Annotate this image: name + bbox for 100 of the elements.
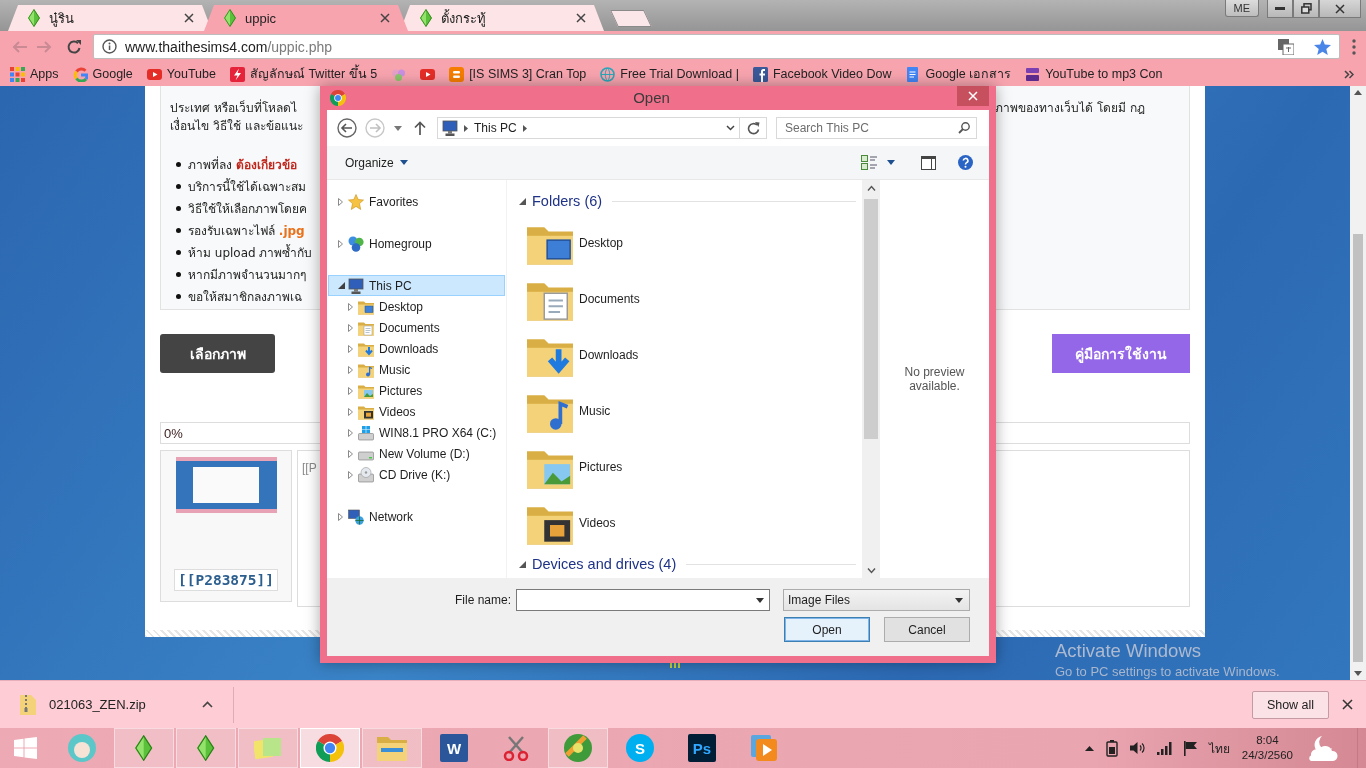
- folder-item[interactable]: Pictures: [519, 439, 856, 495]
- collapsed-arrow-icon[interactable]: [348, 365, 353, 374]
- collapsed-arrow-icon[interactable]: [348, 470, 353, 479]
- dialog-button[interactable]: Cancel: [884, 617, 970, 642]
- collapsed-arrow-icon[interactable]: [348, 344, 353, 353]
- help-icon[interactable]: [958, 155, 973, 170]
- scroll-down-icon[interactable]: [1354, 671, 1362, 676]
- collapsed-arrow-icon[interactable]: [338, 512, 343, 521]
- folder-item[interactable]: Documents: [519, 271, 856, 327]
- folder-item[interactable]: Downloads: [519, 327, 856, 383]
- tree-item[interactable]: New Volume (D:): [328, 443, 505, 464]
- chevron-up-icon[interactable]: [1084, 745, 1094, 751]
- collapsed-arrow-icon[interactable]: [348, 449, 353, 458]
- tree-item[interactable]: CD Drive (K:): [328, 464, 505, 485]
- tree-item[interactable]: Downloads: [328, 338, 505, 359]
- folder-item[interactable]: Desktop: [519, 215, 856, 271]
- scrollbar[interactable]: [862, 180, 880, 578]
- download-filename[interactable]: 021063_ZEN.zip: [49, 697, 146, 712]
- expanded-arrow-icon[interactable]: [519, 197, 526, 205]
- caret-down-icon[interactable]: [887, 160, 895, 165]
- translate-icon[interactable]: [1278, 38, 1294, 55]
- up-arrow-icon[interactable]: [414, 121, 426, 135]
- close-icon[interactable]: [1342, 699, 1353, 710]
- file-type-select[interactable]: Image Files: [783, 589, 970, 611]
- organize-button[interactable]: Organize: [345, 155, 408, 170]
- reload-icon[interactable]: [66, 38, 82, 55]
- folder-item[interactable]: Videos: [519, 495, 856, 551]
- taskbar-button[interactable]: [114, 728, 174, 768]
- star-icon[interactable]: [1314, 38, 1331, 55]
- address-bar[interactable]: www.thaithesims4.com/uppic.php: [93, 34, 1340, 59]
- breadcrumb-item[interactable]: This PC: [474, 121, 517, 135]
- tree-item[interactable]: Favorites: [328, 191, 505, 212]
- scroll-down-icon[interactable]: [866, 568, 876, 574]
- manual-button[interactable]: คู่มือการใช้งาน: [1052, 334, 1190, 373]
- restore-icon[interactable]: [1300, 3, 1312, 14]
- restore-button[interactable]: [1293, 0, 1319, 18]
- view-options-icon[interactable]: [861, 155, 877, 170]
- expanded-arrow-icon[interactable]: [519, 560, 526, 568]
- bookmark[interactable]: Google: [72, 66, 133, 82]
- clock-time[interactable]: 8:04: [1256, 733, 1279, 748]
- tree-item[interactable]: Network: [328, 506, 505, 527]
- scrollbar-thumb[interactable]: [1353, 234, 1363, 662]
- expanded-arrow-icon[interactable]: [338, 282, 345, 289]
- close-tab-icon[interactable]: [380, 13, 390, 23]
- language-indicator[interactable]: ไทย: [1208, 738, 1230, 758]
- menu-icon[interactable]: [1352, 38, 1356, 55]
- tree-item[interactable]: Music: [328, 359, 505, 380]
- tree-item[interactable]: Documents: [328, 317, 505, 338]
- refresh-icon[interactable]: [746, 121, 760, 135]
- browser-tab[interactable]: uppic: [204, 5, 408, 31]
- file-name-field[interactable]: [516, 589, 770, 611]
- group-title[interactable]: Folders (6): [532, 193, 603, 209]
- battery-icon[interactable]: [1105, 739, 1118, 757]
- collapsed-arrow-icon[interactable]: [348, 407, 353, 416]
- group-title[interactable]: Devices and drives (4): [532, 556, 677, 572]
- tree-item[interactable]: Homegroup: [328, 233, 505, 254]
- speaker-icon[interactable]: [1129, 741, 1145, 755]
- youtube-icon[interactable]: [420, 66, 436, 82]
- minimize-button[interactable]: [1267, 0, 1293, 18]
- chevron-up-icon[interactable]: [201, 701, 213, 708]
- close-button[interactable]: [957, 86, 989, 106]
- dropdown-chevron-icon[interactable]: [725, 125, 735, 131]
- taskbar-button[interactable]: [176, 728, 236, 768]
- choose-image-button[interactable]: เลือกภาพ: [160, 334, 275, 373]
- tree-item[interactable]: Desktop: [328, 296, 505, 317]
- close-window-button[interactable]: [1319, 0, 1361, 18]
- close-tab-icon[interactable]: [184, 13, 194, 23]
- scrollbar-thumb[interactable]: [864, 199, 878, 439]
- close-icon[interactable]: [1335, 3, 1345, 14]
- back-icon[interactable]: [337, 118, 357, 138]
- clock-date[interactable]: 24/3/2560: [1241, 748, 1293, 763]
- bookmark[interactable]: [IS SIMS 3] Cran Top: [449, 66, 587, 82]
- bookmark[interactable]: Free Trial Download |: [600, 66, 739, 82]
- profile-button[interactable]: ME: [1224, 0, 1259, 17]
- taskbar-button[interactable]: [362, 728, 422, 768]
- collapsed-arrow-icon[interactable]: [348, 302, 353, 311]
- tree-item[interactable]: Pictures: [328, 380, 505, 401]
- tree-item[interactable]: This PC: [328, 275, 505, 296]
- signal-bars-icon[interactable]: [1156, 741, 1172, 755]
- taskbar-button[interactable]: W: [424, 728, 484, 768]
- bookmark[interactable]: สัญลักษณ์ Twitter ขึ้น 5: [229, 64, 378, 84]
- taskbar-button[interactable]: [548, 728, 608, 768]
- folder-item[interactable]: Music: [519, 383, 856, 439]
- scrollbar[interactable]: [1350, 86, 1366, 680]
- bookmark[interactable]: YouTube to mp3 Con: [1025, 66, 1163, 82]
- collapsed-arrow-icon[interactable]: [348, 386, 353, 395]
- collapsed-arrow-icon[interactable]: [338, 197, 343, 206]
- bookmark[interactable]: Google เอกสาร: [905, 64, 1012, 84]
- scroll-up-icon[interactable]: [1354, 90, 1362, 95]
- taskbar-button[interactable]: [300, 728, 360, 768]
- tree-item[interactable]: WIN8.1 PRO X64 (C:): [328, 422, 505, 443]
- recent-locations-icon[interactable]: [394, 125, 402, 131]
- bookmark[interactable]: Facebook Video Dow: [752, 66, 892, 82]
- tree-item[interactable]: Videos: [328, 401, 505, 422]
- dialog-button[interactable]: Open: [784, 617, 870, 642]
- close-tab-icon[interactable]: [576, 13, 586, 23]
- collapsed-arrow-icon[interactable]: [348, 428, 353, 437]
- info-icon[interactable]: [102, 39, 117, 54]
- flag-icon[interactable]: [1183, 740, 1197, 756]
- show-all-button[interactable]: Show all: [1252, 690, 1329, 719]
